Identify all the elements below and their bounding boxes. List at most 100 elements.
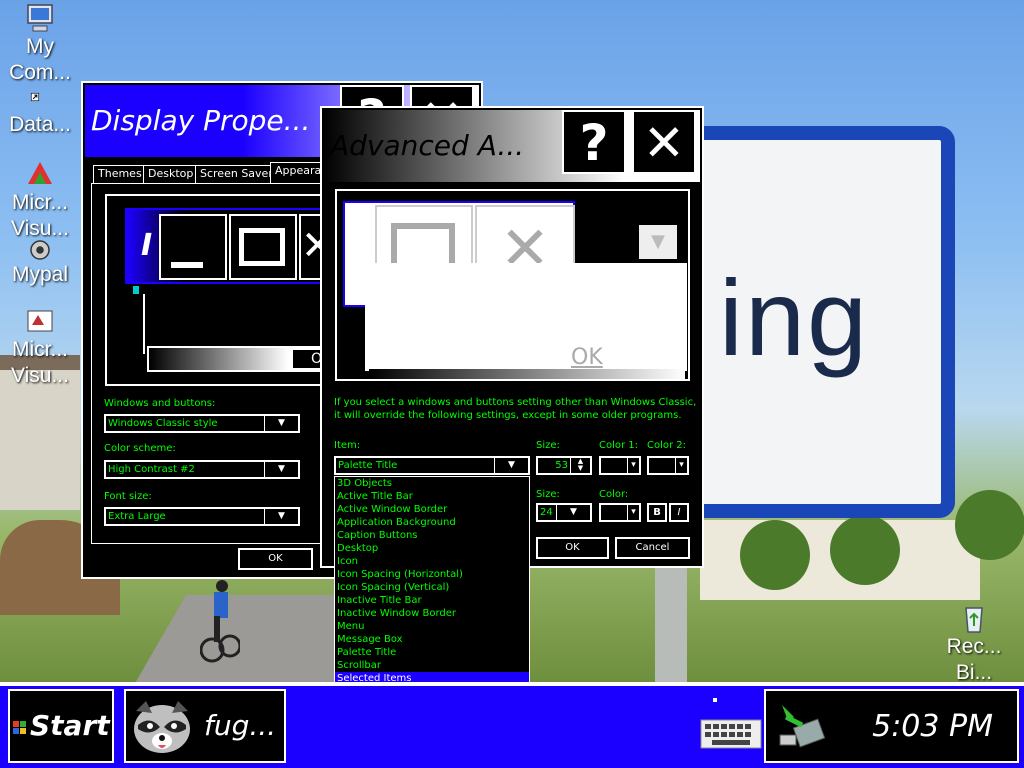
dropdown-option[interactable]: Inactive Title Bar [335,594,529,607]
close-button[interactable]: ✕ [632,110,696,174]
taskbar: Start fug... 5:03 PM [0,682,1024,768]
sign-text: ing [719,257,870,378]
chevron-down-icon: ▾ [627,505,639,520]
color2-label: Color 2: [647,440,687,451]
windows-logo-icon [13,721,26,734]
network-icon[interactable] [772,697,830,755]
my-computer-icon [27,4,53,32]
preview-cursor [133,286,139,294]
dropdown-option[interactable]: Icon Spacing (Horizontal) [335,568,529,581]
font-color-picker[interactable]: ▾ [599,503,641,522]
recycle-bin-icon [965,607,983,633]
display-ok-button[interactable]: OK [238,548,313,570]
shortcut-icon [30,92,40,102]
advanced-cancel-button[interactable]: Cancel [615,537,690,559]
taskbar-task-button[interactable]: fug... [124,689,286,763]
size-spinner[interactable]: 53 ▲ ▼ [536,456,592,475]
wallpaper-tree [830,515,900,585]
spinner-arrows-icon: ▲ ▼ [570,458,590,473]
chevron-down-icon: ▾ [675,458,687,473]
color-scheme-value: High Contrast #2 [108,464,195,475]
dropdown-option[interactable]: Icon [335,555,529,568]
desktop-icon-my-computer[interactable]: My Com... [0,2,80,86]
desktop-icon-label: Mypal [11,263,69,286]
item-dropdown-list[interactable]: 3D Objects Active Title Bar Active Window … [334,476,530,712]
preview-ok-label: OK [571,345,603,370]
preview-active-window: I ✕ [125,208,325,284]
appearance-preview: I ✕ OK [105,194,325,386]
wallpaper-tree [740,520,810,590]
advanced-ok-button[interactable]: OK [536,537,609,559]
dropdown-option[interactable]: Scrollbar [335,659,529,672]
desktop-icon-visual-studio-2[interactable]: Micr... Visu... [0,305,80,389]
system-tray: 5:03 PM [764,689,1019,763]
notice-text: If you select a windows and buttons sett… [334,397,697,408]
clock: 5:03 PM [872,709,993,744]
dropdown-option[interactable]: Caption Buttons [335,529,529,542]
help-button[interactable]: ? [562,110,626,174]
desktop-icon-mypal[interactable]: Mypal [0,238,80,288]
bold-button[interactable]: B [647,503,667,522]
dropdown-option[interactable]: Application Background [335,516,529,529]
item-value: Palette Title [338,460,398,471]
item-select[interactable]: Palette Title ▼ [334,456,530,475]
preview-gradient-bar [369,369,685,379]
desktop-icon-visual-studio-1[interactable]: Micr... Visu... [0,158,80,242]
dropdown-option[interactable]: 3D Objects [335,477,529,490]
dropdown-option[interactable]: Menu [335,620,529,633]
dropdown-option[interactable]: Message Box [335,633,529,646]
font-size-value: 24 [540,507,553,518]
advanced-preview: ✕ ▼ OK [335,189,690,381]
dropdown-option[interactable]: Icon Spacing (Vertical) [335,581,529,594]
color-scheme-select[interactable]: High Contrast #2 ▼ [104,460,300,479]
tab-screen-saver[interactable]: Screen Saver [195,165,278,183]
preview-title: I [141,228,153,263]
color-scheme-label: Color scheme: [104,443,176,454]
windows-buttons-select[interactable]: Windows Classic style ▼ [104,414,300,433]
dropdown-option[interactable]: Inactive Window Border [335,607,529,620]
chevron-down-icon: ▾ [627,458,639,473]
font-size-select[interactable]: Extra Large ▼ [104,507,300,526]
preview-border-line [143,294,145,354]
italic-button[interactable]: I [669,503,689,522]
dropdown-option[interactable]: Active Title Bar [335,490,529,503]
item-label: Item: [334,440,361,451]
preview-minimize-icon [159,214,227,280]
windows-buttons-value: Windows Classic style [108,418,218,429]
wallpaper-town-sign: ing [665,126,955,518]
dropdown-option[interactable]: Palette Title [335,646,529,659]
task-label: fug... [204,709,277,742]
color1-picker[interactable]: ▾ [599,456,641,475]
wallpaper-house [0,370,80,510]
desktop-icon-label: Micr... Visu... [11,191,69,240]
help-icon: ? [579,114,609,172]
notice-text: it will override the following settings,… [334,410,682,421]
dropdown-option[interactable]: Active Window Border [335,503,529,516]
font-color-label: Color: [599,489,629,500]
window-title: Advanced A... [330,129,525,162]
font-size-label: Size: [536,489,560,500]
size-label: Size: [536,440,560,451]
color1-label: Color 1: [599,440,639,451]
desktop-icon-data[interactable]: Data... [0,92,80,138]
start-button[interactable]: Start [8,689,114,763]
desktop-icon-recycle-bin[interactable]: Rec... Bi... [934,602,1014,686]
chevron-down-icon: ▼ [494,458,528,473]
tab-themes[interactable]: Themes [93,165,147,183]
keyboard-icon[interactable] [700,719,762,749]
dropdown-option[interactable]: Desktop [335,542,529,555]
window-title: Display Prope... [91,104,311,137]
wallpaper-cyclist [200,580,240,663]
wallpaper-tree [955,490,1024,560]
font-size-label: Font size: [104,491,152,502]
font-size-select[interactable]: 24 ▼ [536,503,592,522]
start-label: Start [30,709,110,742]
desktop-icon-label: Micr... Visu... [11,338,69,387]
preview-message-box: OK [147,346,325,372]
desktop-icon-label: Rec... Bi... [946,635,1002,684]
desktop-icon-label: Data... [9,113,71,136]
tab-desktop[interactable]: Desktop [143,165,199,183]
chevron-down-icon: ▼ [264,509,298,524]
color2-picker[interactable]: ▾ [647,456,689,475]
preview-message-area: OK [365,263,687,371]
